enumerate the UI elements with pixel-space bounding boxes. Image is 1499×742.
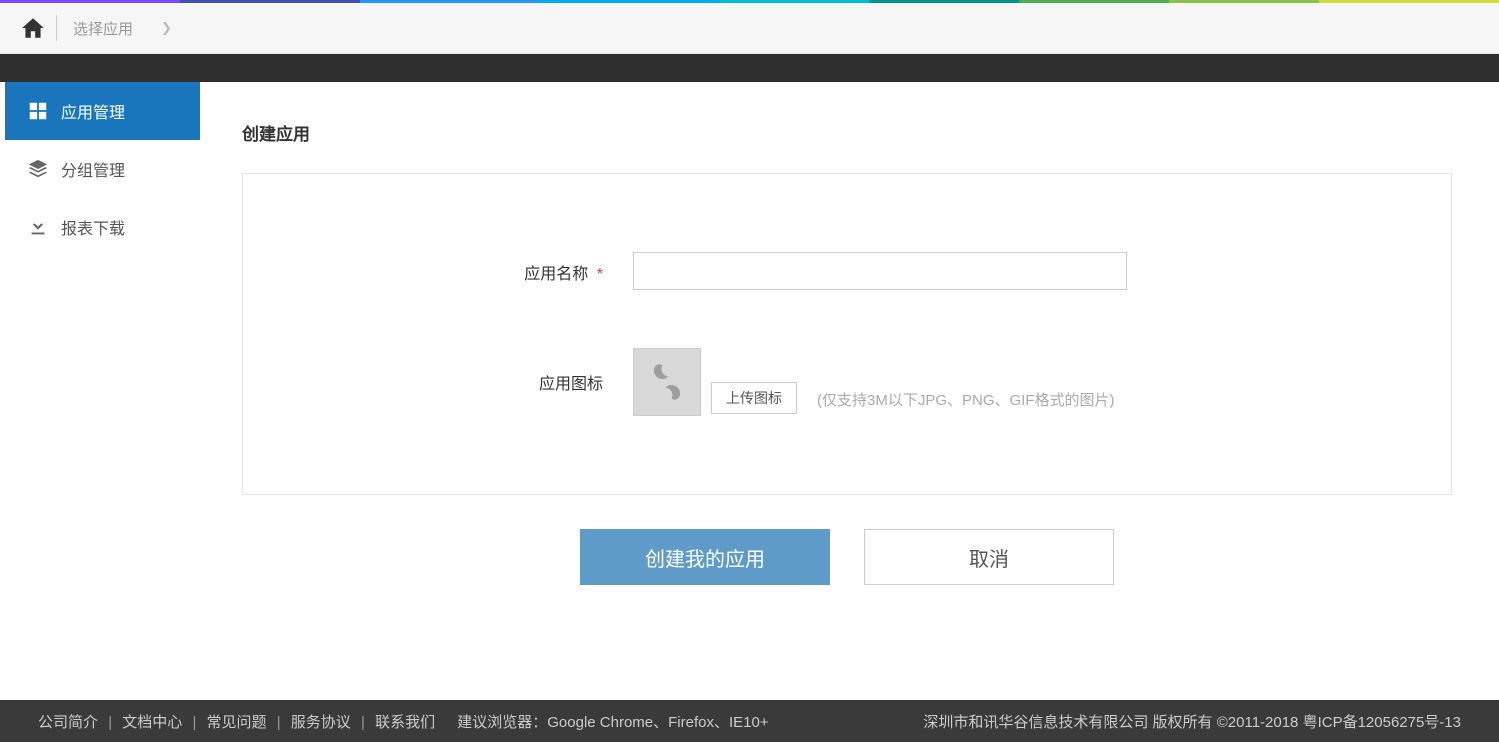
breadcrumb-bar: 选择应用 ❯ — [0, 3, 1499, 54]
label-text: 应用图标 — [539, 376, 603, 393]
separator: | — [361, 714, 365, 731]
app-icon-label: 应用图标 — [283, 348, 633, 394]
placeholder-icon — [645, 360, 689, 404]
separator: | — [192, 714, 196, 731]
upload-icon-button[interactable]: 上传图标 — [711, 382, 797, 414]
icon-preview — [633, 348, 701, 416]
layers-icon — [27, 158, 49, 180]
sidebar-item-report-download[interactable]: 报表下载 — [5, 198, 200, 256]
sidebar-item-group-manage[interactable]: 分组管理 — [5, 140, 200, 198]
footer-right: 深圳市和讯华谷信息技术有限公司 版权所有 ©2011-2018 粤ICP备120… — [923, 711, 1461, 732]
footer-link-tos[interactable]: 服务协议 — [291, 714, 351, 731]
footer: 公司简介 | 文档中心 | 常见问题 | 服务协议 | 联系我们 建议浏览器：G… — [0, 700, 1499, 742]
create-app-button[interactable]: 创建我的应用 — [580, 529, 830, 585]
home-icon[interactable] — [20, 15, 46, 41]
form-row-app-name: 应用名称 * — [283, 252, 1411, 290]
cancel-button[interactable]: 取消 — [864, 529, 1114, 585]
separator: | — [108, 714, 112, 731]
page-title: 创建应用 — [242, 120, 1452, 145]
sidebar-item-label: 报表下载 — [61, 215, 125, 239]
footer-link-about[interactable]: 公司简介 — [38, 714, 98, 731]
grid-icon — [27, 100, 49, 122]
sidebar-item-label: 应用管理 — [61, 99, 125, 123]
label-text: 应用名称 — [524, 266, 588, 283]
copyright: 深圳市和讯华谷信息技术有限公司 版权所有 ©2011-2018 粤ICP备120… — [923, 711, 1461, 732]
chevron-right-icon: ❯ — [161, 20, 172, 36]
main-area: 应用管理 分组管理 报表下载 创建应用 应用名称 * — [5, 82, 1494, 701]
button-row: 创建我的应用 取消 — [242, 529, 1452, 585]
divider — [56, 15, 57, 41]
upload-hint: (仅支持3M以下JPG、PNG、GIF格式的图片) — [817, 389, 1115, 410]
app-name-label: 应用名称 * — [283, 252, 633, 284]
dark-bar — [0, 54, 1499, 82]
browser-recommendation: 建议浏览器：Google Chrome、Firefox、IE10+ — [457, 714, 768, 731]
footer-link-faq[interactable]: 常见问题 — [207, 714, 267, 731]
required-asterisk: * — [597, 266, 603, 283]
footer-link-docs[interactable]: 文档中心 — [122, 714, 182, 731]
sidebar-item-app-manage[interactable]: 应用管理 — [5, 82, 200, 140]
footer-links: 公司简介 | 文档中心 | 常见问题 | 服务协议 | 联系我们 建议浏览器：G… — [38, 711, 769, 732]
sidebar-item-label: 分组管理 — [61, 157, 125, 181]
footer-link-contact[interactable]: 联系我们 — [375, 714, 435, 731]
app-name-input[interactable] — [633, 252, 1127, 290]
breadcrumb-current[interactable]: 选择应用 — [73, 18, 133, 39]
download-icon — [27, 216, 49, 238]
content: 创建应用 应用名称 * 应用图标 — [200, 82, 1494, 701]
sidebar: 应用管理 分组管理 报表下载 — [5, 82, 200, 701]
form-panel: 应用名称 * 应用图标 上传图标 — [242, 173, 1452, 495]
form-row-app-icon: 应用图标 上传图标 (仅支持3M以下JPG、PNG、GIF格式的图片) — [283, 348, 1411, 416]
separator: | — [277, 714, 281, 731]
